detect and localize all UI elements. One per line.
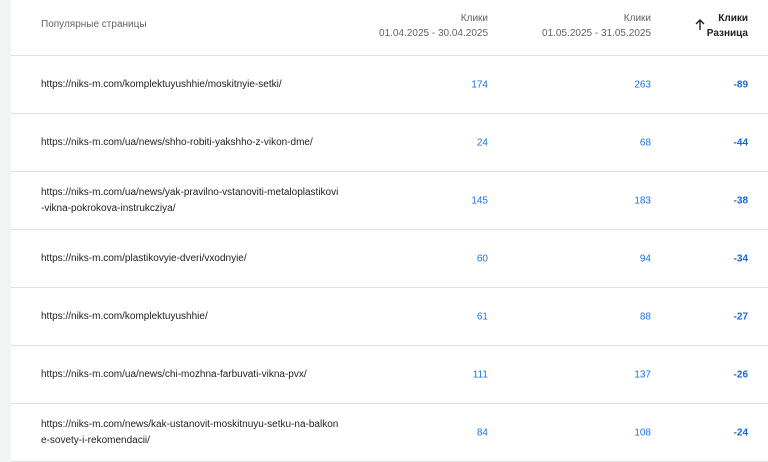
clicks-april-value: 60	[476, 253, 488, 264]
table-row[interactable]: https://niks-m.com/news/kak-ustanovit-mo…	[11, 404, 768, 462]
header-clicks-april[interactable]: Клики 01.04.2025 - 30.04.2025	[379, 11, 488, 41]
page-url-link[interactable]: https://niks-m.com/ua/news/chi-mozhna-fa…	[41, 367, 341, 383]
page-url-link[interactable]: https://niks-m.com/komplektuyushhie/	[41, 309, 341, 325]
page-url-link[interactable]: https://niks-m.com/plastikovyie-dveri/vx…	[41, 251, 341, 267]
table-row[interactable]: https://niks-m.com/ua/news/yak-pravilno-…	[11, 172, 768, 230]
table-row[interactable]: https://niks-m.com/komplektuyushhie/mosk…	[11, 56, 768, 114]
clicks-difference-value: -34	[733, 253, 748, 264]
clicks-may-value: 68	[639, 137, 651, 148]
page-url-link[interactable]: https://niks-m.com/news/kak-ustanovit-mo…	[41, 417, 341, 449]
clicks-difference-value: -38	[733, 195, 748, 206]
header-clicks-may[interactable]: Клики 01.05.2025 - 31.05.2025	[542, 11, 651, 41]
page-url-link[interactable]: https://niks-m.com/ua/news/shho-robiti-y…	[41, 135, 341, 151]
table-row[interactable]: https://niks-m.com/ua/news/chi-mozhna-fa…	[11, 346, 768, 404]
page-url-link[interactable]: https://niks-m.com/komplektuyushhie/mosk…	[41, 77, 341, 93]
clicks-april-value: 145	[471, 195, 488, 206]
clicks-difference-value: -24	[733, 427, 748, 438]
clicks-may-value: 94	[639, 253, 651, 264]
clicks-difference-value: -44	[733, 137, 748, 148]
clicks-difference-value: -26	[733, 369, 748, 380]
header-clicks-april-range: 01.04.2025 - 30.04.2025	[379, 28, 488, 39]
arrow-up-icon[interactable]	[694, 18, 706, 32]
header-clicks-difference-sub: Разница	[706, 28, 748, 39]
header-clicks-may-range: 01.05.2025 - 31.05.2025	[542, 28, 651, 39]
clicks-april-value: 24	[476, 137, 488, 148]
clicks-may-value: 108	[634, 427, 651, 438]
popular-pages-table: Популярные страницы Клики 01.04.2025 - 3…	[11, 0, 768, 462]
header-clicks-april-title: Клики	[460, 13, 488, 24]
header-clicks-difference-title: Клики	[718, 13, 748, 24]
header-clicks-may-title: Клики	[623, 13, 651, 24]
header-clicks-difference[interactable]: Клики Разница	[707, 11, 748, 41]
table-header: Популярные страницы Клики 01.04.2025 - 3…	[11, 0, 768, 56]
table-row[interactable]: https://niks-m.com/komplektuyushhie/61 88…	[11, 288, 768, 346]
clicks-april-value: 174	[471, 79, 488, 90]
clicks-may-value: 88	[639, 311, 651, 322]
clicks-difference-value: -27	[733, 311, 748, 322]
table-row[interactable]: https://niks-m.com/plastikovyie-dveri/vx…	[11, 230, 768, 288]
header-popular-pages[interactable]: Популярные страницы	[41, 19, 147, 30]
page-url-link[interactable]: https://niks-m.com/ua/news/yak-pravilno-…	[41, 185, 341, 217]
clicks-may-value: 137	[634, 369, 651, 380]
clicks-may-value: 183	[634, 195, 651, 206]
clicks-april-value: 84	[476, 427, 488, 438]
clicks-may-value: 263	[634, 79, 651, 90]
clicks-difference-value: -89	[733, 79, 748, 90]
table-row[interactable]: https://niks-m.com/ua/news/shho-robiti-y…	[11, 114, 768, 172]
clicks-april-value: 61	[476, 311, 488, 322]
clicks-april-value: 111	[472, 369, 488, 380]
